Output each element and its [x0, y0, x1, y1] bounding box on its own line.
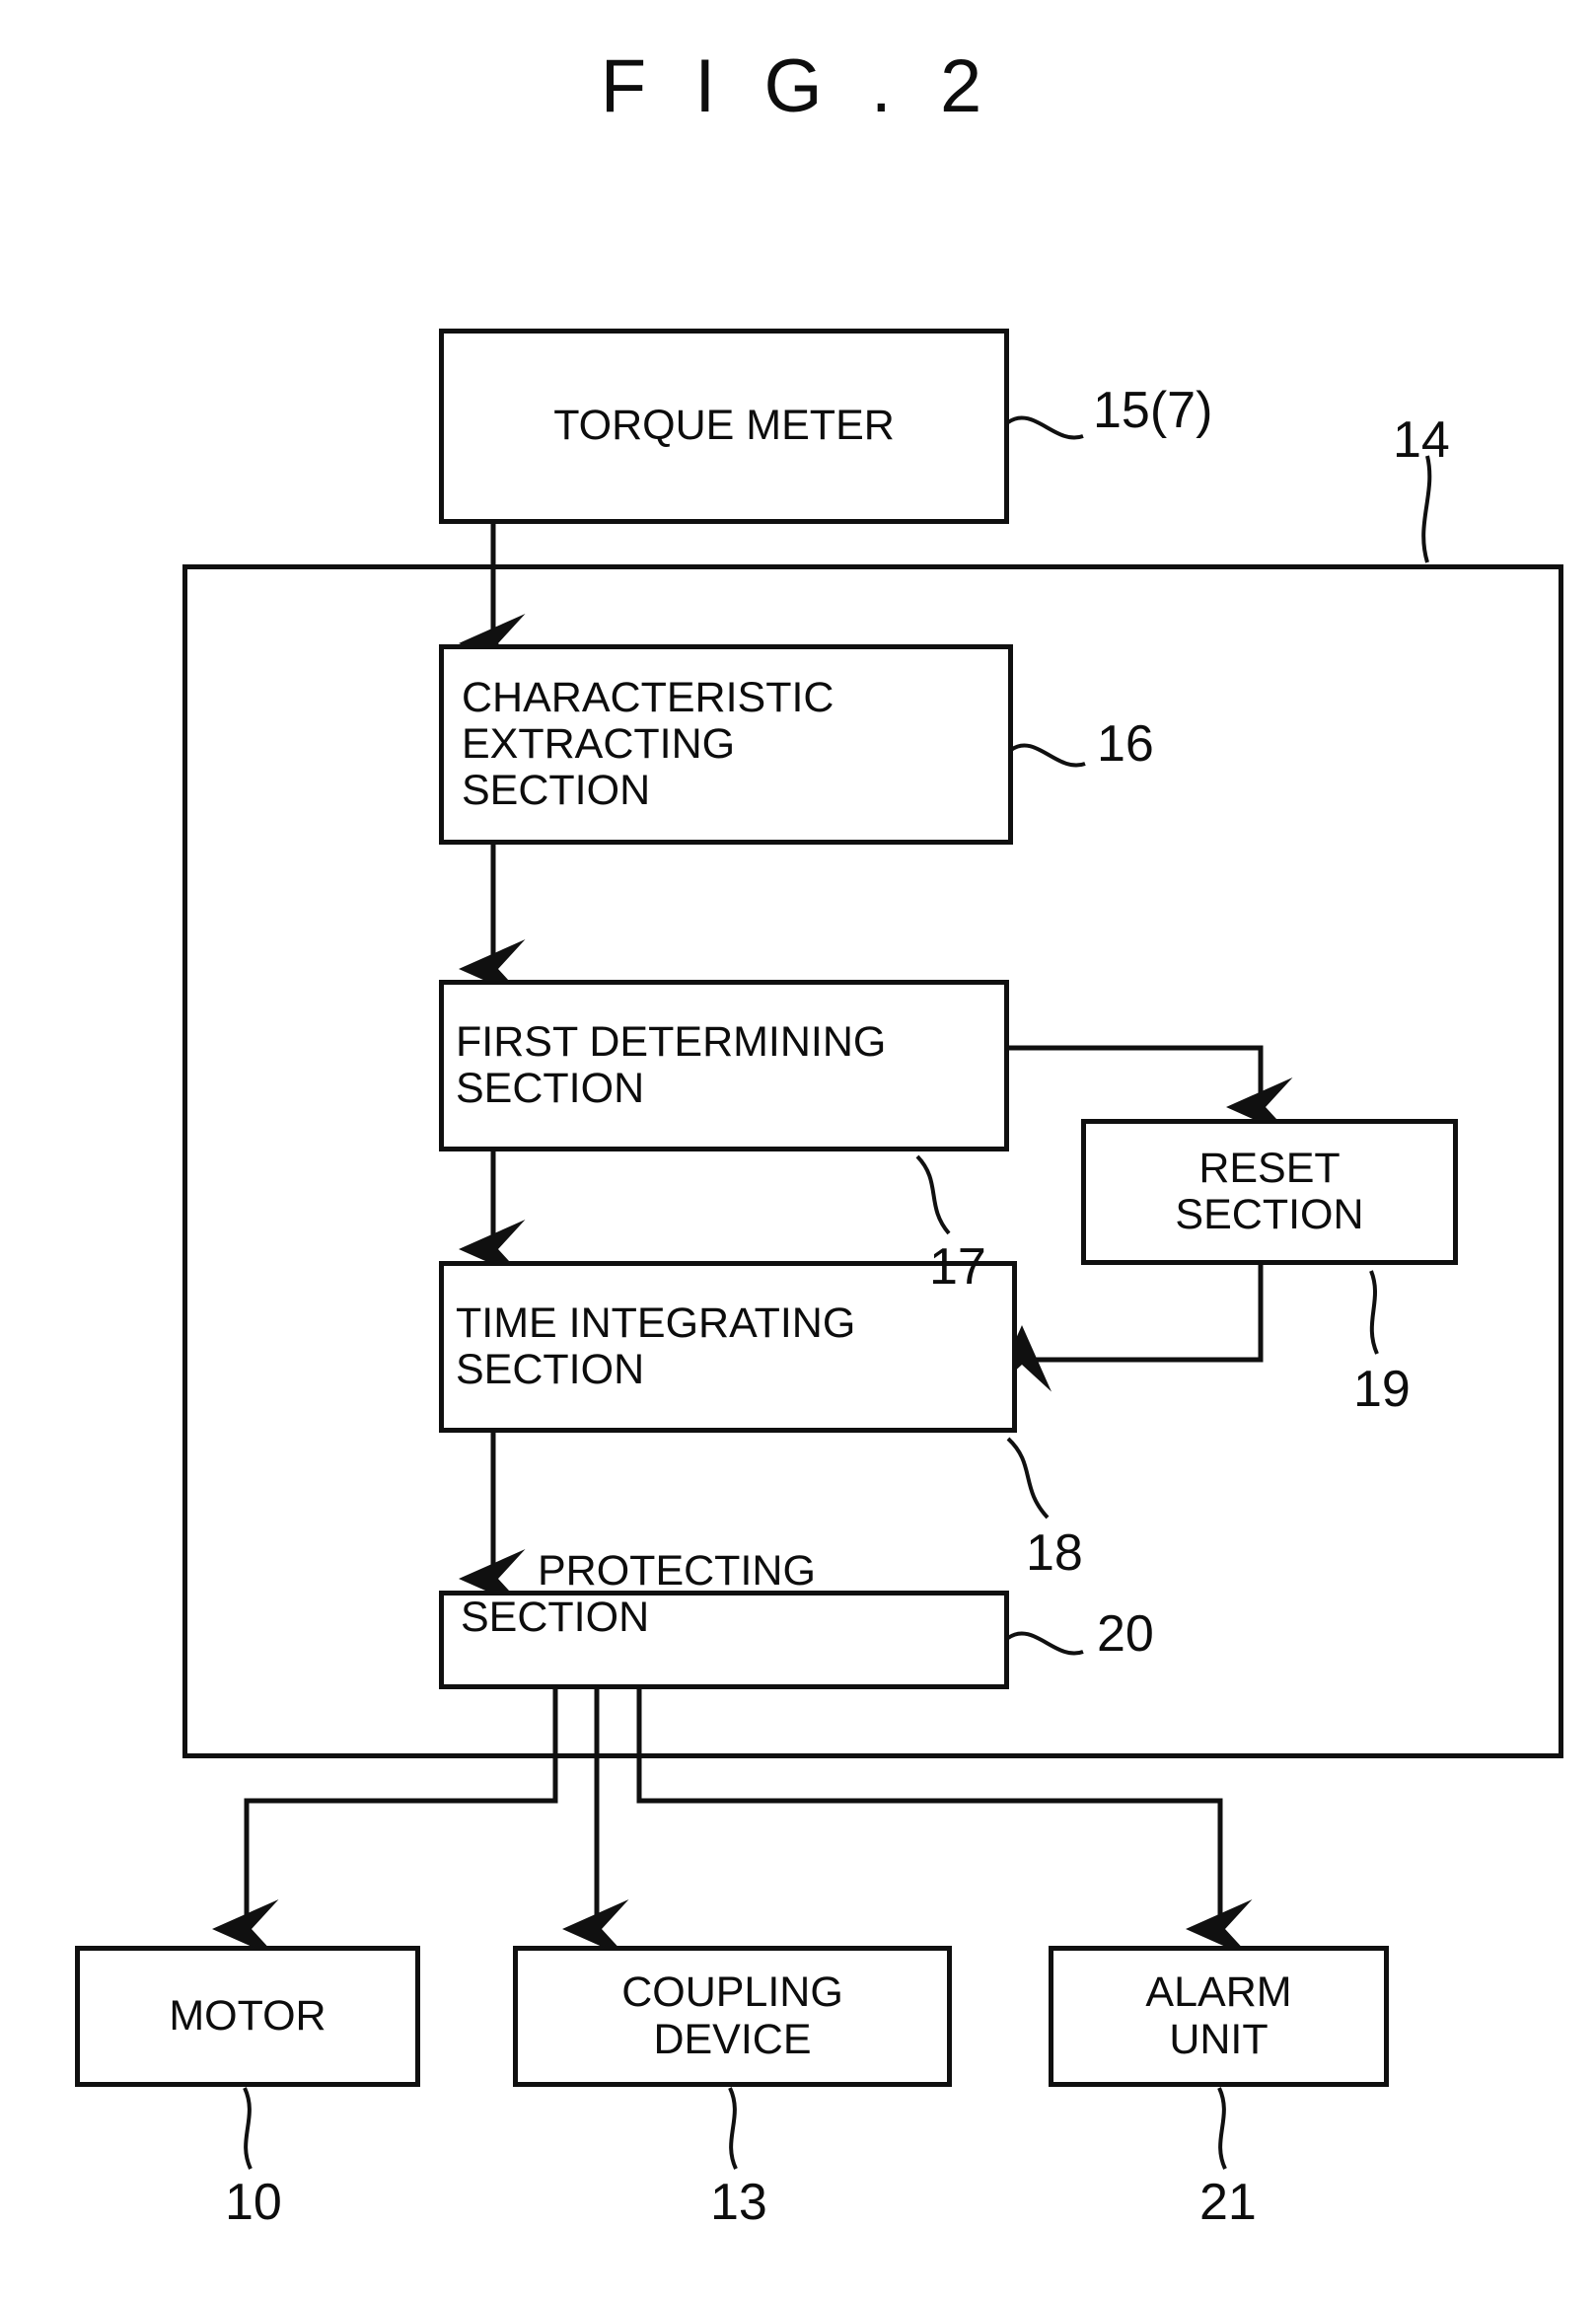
ref-label-18: 18 [1026, 1524, 1083, 1582]
block-time-integrating-line-1: TIME INTEGRATING [456, 1299, 856, 1347]
figure-page: F I G . 2 TORQUE METER CHARACTERISTIC EX… [0, 0, 1596, 2301]
block-reset-line-1: RESET [1198, 1144, 1341, 1192]
block-reset-section: RESET SECTION [1081, 1119, 1458, 1265]
ref-label-17: 17 [929, 1238, 986, 1296]
block-characteristic-line-1: CHARACTERISTIC [462, 673, 834, 721]
leader-line-13 [728, 2087, 738, 2170]
block-coupling-line-1: COUPLING [621, 1968, 843, 2017]
block-time-integrating-line-2: SECTION [456, 1346, 645, 1393]
block-motor-line-1: MOTOR [169, 1991, 326, 2040]
block-reset-line-2: SECTION [1175, 1191, 1364, 1238]
block-motor: MOTOR [75, 1946, 420, 2087]
leader-line-10 [243, 2087, 253, 2170]
ref-label-20: 20 [1097, 1605, 1154, 1663]
block-protecting-line-1: PROTECTING [538, 1547, 816, 1595]
block-characteristic-line-2: EXTRACTING [462, 719, 736, 768]
block-coupling-device: COUPLING DEVICE [513, 1946, 952, 2087]
ref-label-15-7: 15(7) [1093, 382, 1213, 439]
block-first-determining-line-2: SECTION [456, 1065, 645, 1112]
block-torque-meter-line-1: TORQUE METER [553, 402, 895, 450]
block-torque-meter: TORQUE METER [439, 329, 1009, 524]
leader-line-21 [1217, 2087, 1227, 2170]
block-protecting-line-2: SECTION [461, 1594, 650, 1642]
block-alarm-line-2: UNIT [1169, 2015, 1269, 2063]
block-protecting-section: PROTECTING SECTION [439, 1547, 1009, 1689]
block-alarm-line-1: ALARM [1145, 1968, 1292, 2017]
leader-line-14 [1421, 455, 1432, 563]
ref-label-16: 16 [1097, 715, 1154, 773]
ref-label-14: 14 [1393, 411, 1450, 469]
block-first-determining-line-1: FIRST DETERMINING [456, 1017, 887, 1066]
ref-label-10: 10 [225, 2174, 282, 2231]
block-characteristic-line-3: SECTION [462, 767, 651, 815]
block-first-determining-section: FIRST DETERMINING SECTION [439, 980, 1009, 1151]
ref-label-21: 21 [1199, 2174, 1257, 2231]
ref-label-19: 19 [1353, 1361, 1411, 1418]
leader-line-15-7 [1006, 415, 1084, 440]
block-characteristic-extracting-section: CHARACTERISTIC EXTRACTING SECTION [439, 644, 1013, 845]
ref-label-13: 13 [710, 2174, 767, 2231]
block-alarm-unit: ALARM UNIT [1049, 1946, 1389, 2087]
block-coupling-line-2: DEVICE [653, 2015, 812, 2063]
